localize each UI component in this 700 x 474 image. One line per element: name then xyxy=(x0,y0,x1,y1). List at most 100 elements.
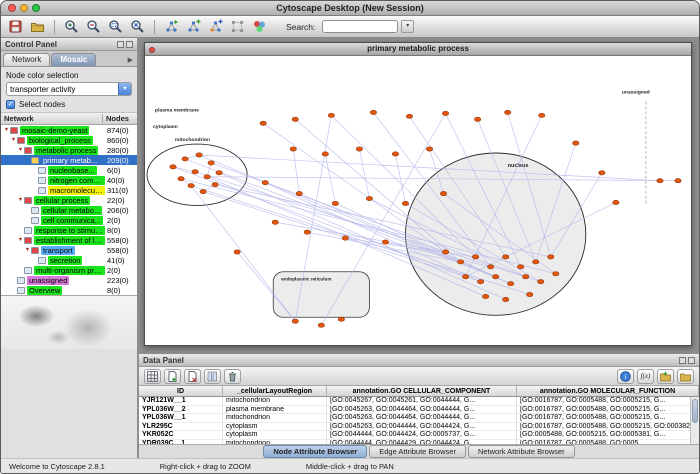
select-nodes-checkbox[interactable]: ✓ Select nodes xyxy=(6,100,132,109)
network-node[interactable] xyxy=(440,191,446,195)
network-node[interactable] xyxy=(370,110,376,114)
network-node[interactable] xyxy=(332,201,338,205)
new-network-icon[interactable] xyxy=(184,18,203,36)
network-node[interactable] xyxy=(522,275,528,279)
tree-item[interactable]: nitrogen compo...40(0) xyxy=(1,175,137,185)
minimize-button[interactable] xyxy=(20,4,28,12)
tree-item[interactable]: unassigned223(0) xyxy=(1,275,137,285)
network-node[interactable] xyxy=(182,157,188,161)
expand-triangle-icon[interactable]: ▼ xyxy=(3,125,10,135)
network-node[interactable] xyxy=(382,240,388,244)
network-node[interactable] xyxy=(502,297,508,301)
network-node[interactable] xyxy=(292,319,298,323)
network-node[interactable] xyxy=(472,255,478,259)
tab-edge-attribute-browser[interactable]: Edge Attribute Browser xyxy=(369,445,466,458)
network-node[interactable] xyxy=(322,152,328,156)
inner-close-button[interactable] xyxy=(149,47,155,53)
node-color-combobox[interactable]: transporter activity ▼ xyxy=(6,82,132,96)
network-node[interactable] xyxy=(613,200,619,204)
network-node[interactable] xyxy=(599,171,605,175)
vizmapper-icon[interactable] xyxy=(250,18,269,36)
network-node[interactable] xyxy=(212,182,218,186)
network-node[interactable] xyxy=(406,114,412,118)
network-node[interactable] xyxy=(338,317,344,321)
column-header[interactable]: annotation.GO CELLULAR_COMPONENT xyxy=(327,386,517,396)
network-node[interactable] xyxy=(474,117,480,121)
create-attribute-icon[interactable] xyxy=(164,369,181,384)
network-node[interactable] xyxy=(573,141,579,145)
network-node[interactable] xyxy=(260,121,266,125)
network-node[interactable] xyxy=(442,111,448,115)
network-node[interactable] xyxy=(170,165,176,169)
float-panel-icon[interactable] xyxy=(679,357,686,364)
network-node[interactable] xyxy=(457,260,463,264)
search-options-button[interactable]: ▾ xyxy=(401,20,414,33)
expand-triangle-icon[interactable]: ▼ xyxy=(17,195,24,205)
tab-mosaic[interactable]: Mosaic xyxy=(51,53,96,66)
network-node[interactable] xyxy=(290,147,296,151)
tree-item[interactable]: ▼mosaic-demo-yeast874(0) xyxy=(1,125,137,135)
tab-network[interactable]: Network xyxy=(3,53,50,66)
open-session-icon[interactable] xyxy=(28,18,47,36)
column-settings-icon[interactable] xyxy=(204,369,221,384)
table-scrollbar[interactable] xyxy=(690,397,699,444)
network-node[interactable] xyxy=(507,281,513,285)
tree-item[interactable]: ▼metabolic process280(0) xyxy=(1,145,137,155)
network-node[interactable] xyxy=(526,292,532,296)
network-node[interactable] xyxy=(504,110,510,114)
apply-layout-icon[interactable] xyxy=(228,18,247,36)
close-button[interactable] xyxy=(8,4,16,12)
zoom-fit-content-icon[interactable] xyxy=(128,18,147,36)
network-node[interactable] xyxy=(675,179,681,183)
table-row[interactable]: YJR121W__1mitochondrion[GO:0045267, GO:0… xyxy=(139,397,699,406)
network-node[interactable] xyxy=(342,236,348,240)
overview-thumbnail[interactable] xyxy=(1,295,137,349)
network-node[interactable] xyxy=(196,153,202,157)
network-node[interactable] xyxy=(356,147,362,151)
maximize-button[interactable] xyxy=(32,4,40,12)
table-row[interactable]: YKR052Ccytoplasm[GO:0044444, GO:0044424,… xyxy=(139,431,699,440)
table-row[interactable]: YPL036W__2plasma membrane[GO:0045263, GO… xyxy=(139,406,699,415)
zoom-selected-region-icon[interactable] xyxy=(106,18,125,36)
network-node[interactable] xyxy=(188,183,194,187)
tree-item[interactable]: macromolecule...311(0) xyxy=(1,185,137,195)
tab-node-attribute-browser[interactable]: Node Attribute Browser xyxy=(263,445,367,458)
network-node[interactable] xyxy=(192,170,198,174)
network-node[interactable] xyxy=(487,265,493,269)
tree-item[interactable]: Overview8(0) xyxy=(1,285,137,295)
network-node[interactable] xyxy=(392,152,398,156)
network-canvas[interactable]: nucleusmitochondrionendoplasmic reticulu… xyxy=(145,56,691,345)
column-header[interactable]: _cellularLayoutRegion xyxy=(223,386,327,396)
network-window-titlebar[interactable]: primary metabolic process xyxy=(145,43,691,56)
open-attributes-folder-icon[interactable] xyxy=(677,369,694,384)
network-node[interactable] xyxy=(272,220,278,224)
trash-icon[interactable] xyxy=(224,369,241,384)
expand-triangle-icon[interactable]: ▼ xyxy=(10,135,17,145)
expand-triangle-icon[interactable]: ▼ xyxy=(24,245,31,255)
network-node[interactable] xyxy=(477,279,483,283)
tree-item[interactable]: ▼establishment of lo...558(0) xyxy=(1,235,137,245)
tree-item[interactable]: ▼cellular process22(0) xyxy=(1,195,137,205)
network-node[interactable] xyxy=(492,275,498,279)
float-panel-icon[interactable] xyxy=(117,41,124,48)
network-node[interactable] xyxy=(548,255,554,259)
network-node[interactable] xyxy=(366,196,372,200)
network-node[interactable] xyxy=(482,294,488,298)
close-panel-icon[interactable] xyxy=(688,357,695,364)
tree-item[interactable]: cell communica...2(0) xyxy=(1,215,137,225)
function-builder-button[interactable]: f(x) xyxy=(637,369,654,384)
network-node[interactable] xyxy=(204,175,210,179)
network-node[interactable] xyxy=(200,189,206,193)
tree-item[interactable]: ▼transport558(0) xyxy=(1,245,137,255)
network-node[interactable] xyxy=(442,250,448,254)
network-node[interactable] xyxy=(517,265,523,269)
network-window[interactable]: primary metabolic process nucleusmitocho… xyxy=(144,42,692,346)
delete-attribute-icon[interactable] xyxy=(184,369,201,384)
column-header[interactable]: ID xyxy=(139,386,223,396)
expand-triangle-icon[interactable]: ▼ xyxy=(17,235,24,245)
network-node[interactable] xyxy=(538,279,544,283)
tree-item[interactable]: cellular metabo...206(0) xyxy=(1,205,137,215)
expand-triangle-icon[interactable]: ▼ xyxy=(17,145,24,155)
network-node[interactable] xyxy=(402,201,408,205)
table-row[interactable]: YLR295Ccytoplasm[GO:0045263, GO:0044444,… xyxy=(139,423,699,432)
